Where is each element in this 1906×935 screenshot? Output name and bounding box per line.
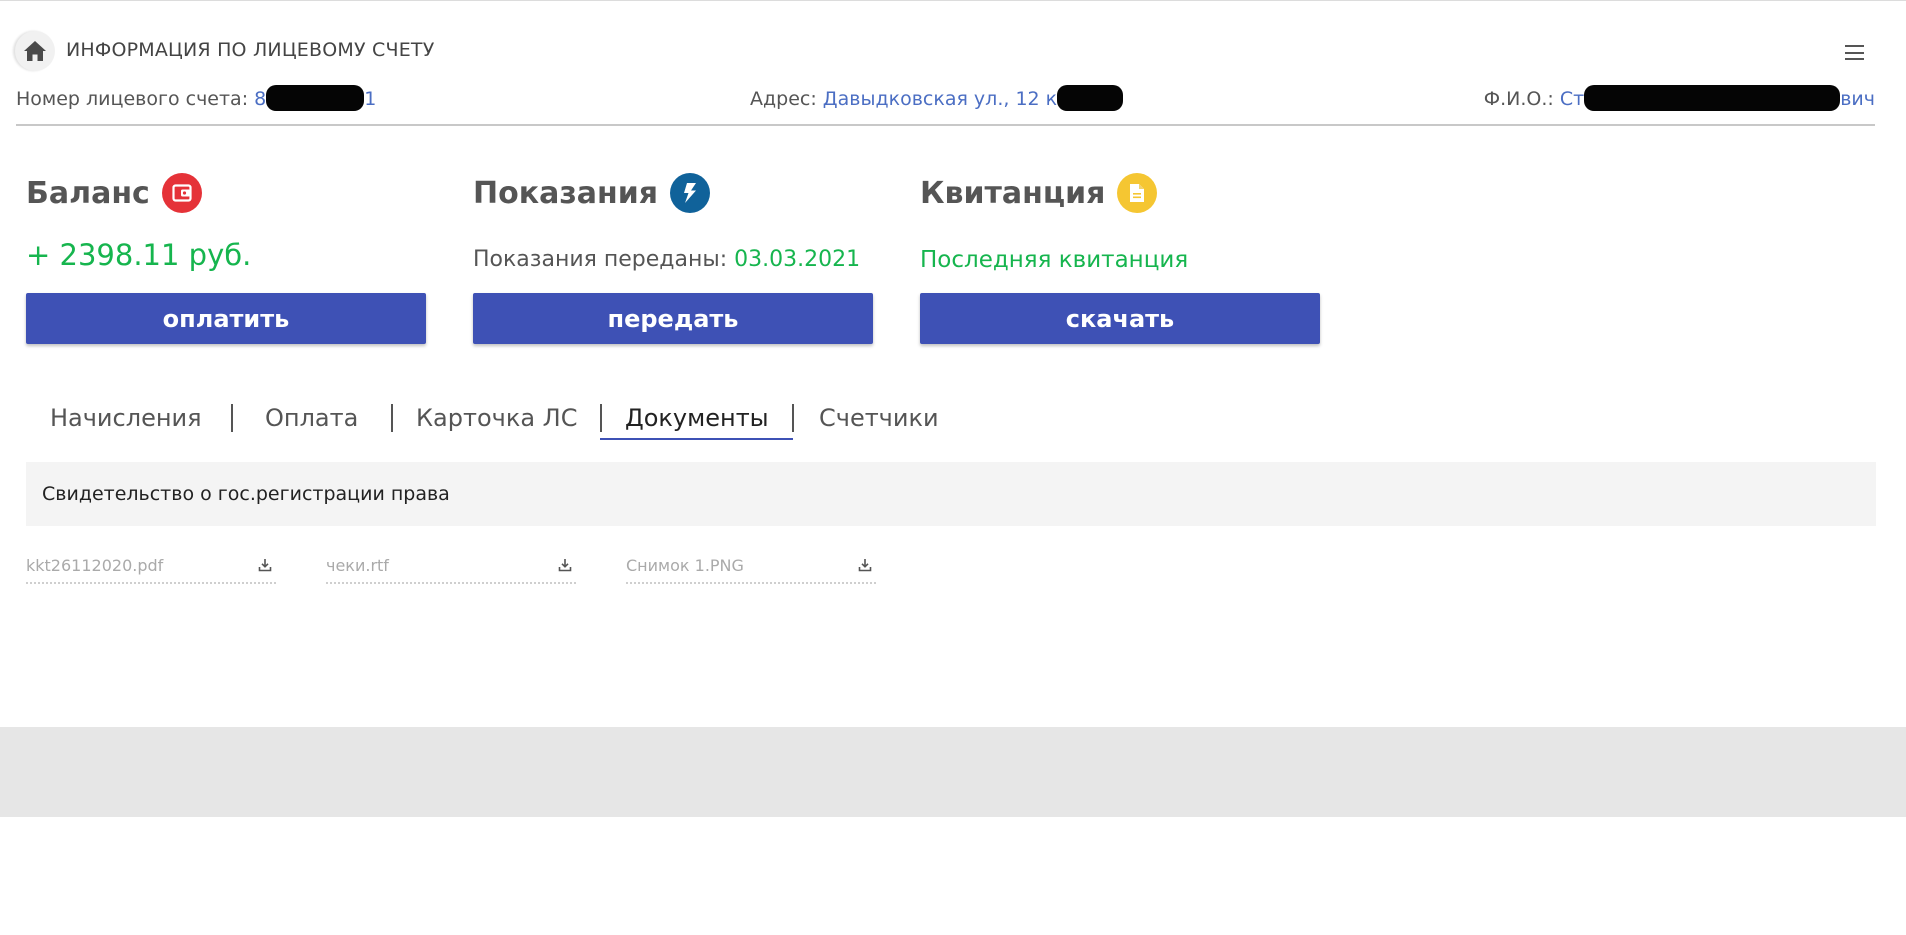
tab-separator xyxy=(792,404,794,432)
balance-value: + 2398.11 руб. xyxy=(26,238,252,272)
document-icon xyxy=(1117,173,1158,213)
menu-icon[interactable] xyxy=(1845,45,1864,60)
download-icon[interactable] xyxy=(258,558,272,572)
file-name: kkt26112020.pdf xyxy=(26,556,164,575)
address-value: Давыдковская ул., 12 к xyxy=(822,88,1058,110)
tab-account-card[interactable]: Карточка ЛС xyxy=(416,404,577,432)
document-section-title: Свидетельство о гос.регистрации права xyxy=(42,483,450,505)
fio-row: Ф.И.О.: Ст вич xyxy=(1484,85,1875,111)
last-receipt-link[interactable]: Последняя квитанция xyxy=(920,247,1188,273)
tab-separator xyxy=(391,404,393,432)
readings-title-text: Показания xyxy=(473,175,659,211)
pay-button[interactable]: оплатить xyxy=(26,293,426,344)
readings-status-date: 03.03.2021 xyxy=(734,247,861,272)
account-number-prefix: 8 xyxy=(254,88,267,110)
download-icon[interactable] xyxy=(858,558,872,572)
file-name: чеки.rtf xyxy=(326,556,389,575)
fio-suffix: вич xyxy=(1840,88,1875,110)
address-row: Адрес: Давыдковская ул., 12 к xyxy=(750,85,1124,111)
submit-readings-button[interactable]: передать xyxy=(473,293,873,344)
redaction-mark xyxy=(1057,85,1124,111)
download-receipt-button[interactable]: скачать xyxy=(920,293,1320,344)
home-button[interactable] xyxy=(15,31,55,71)
tab-meters[interactable]: Счетчики xyxy=(819,404,939,432)
tab-separator xyxy=(231,404,233,432)
balance-title: Баланс xyxy=(26,173,202,213)
tab-payment[interactable]: Оплата xyxy=(265,404,358,432)
file-item[interactable]: Снимок 1.PNG xyxy=(626,553,876,584)
wallet-icon xyxy=(161,173,202,213)
header-divider xyxy=(16,124,1875,126)
receipt-title: Квитанция xyxy=(920,173,1158,213)
tab-separator xyxy=(600,404,602,432)
account-number-label: Номер лицевого счета: xyxy=(16,88,249,110)
fio-label: Ф.И.О.: xyxy=(1483,88,1554,110)
active-tab-indicator xyxy=(600,438,793,440)
redaction-mark xyxy=(266,85,365,111)
home-icon xyxy=(24,41,46,61)
fio-prefix: Ст xyxy=(1559,88,1585,110)
download-icon[interactable] xyxy=(558,558,572,572)
readings-status-label: Показания переданы: xyxy=(473,247,728,272)
readings-title: Показания xyxy=(473,173,711,213)
page-title: ИНФОРМАЦИЯ ПО ЛИЦЕВОМУ СЧЕТУ xyxy=(66,39,435,61)
address-label: Адрес: xyxy=(750,88,817,110)
document-section-header: Свидетельство о гос.регистрации права xyxy=(26,462,1876,526)
redaction-mark xyxy=(1584,85,1841,111)
balance-title-text: Баланс xyxy=(26,175,150,211)
file-item[interactable]: чеки.rtf xyxy=(326,553,576,584)
tab-charges[interactable]: Начисления xyxy=(50,404,202,432)
tab-documents[interactable]: Документы xyxy=(625,404,769,432)
top-border xyxy=(0,0,1906,1)
file-name: Снимок 1.PNG xyxy=(626,556,744,575)
account-number-row: Номер лицевого счета: 8 1 xyxy=(16,85,376,111)
footer xyxy=(0,727,1906,817)
readings-status: Показания переданы: 03.03.2021 xyxy=(473,247,860,272)
file-item[interactable]: kkt26112020.pdf xyxy=(26,553,276,584)
receipt-title-text: Квитанция xyxy=(920,175,1106,211)
account-number-suffix: 1 xyxy=(364,88,377,110)
lightning-icon xyxy=(670,173,711,213)
